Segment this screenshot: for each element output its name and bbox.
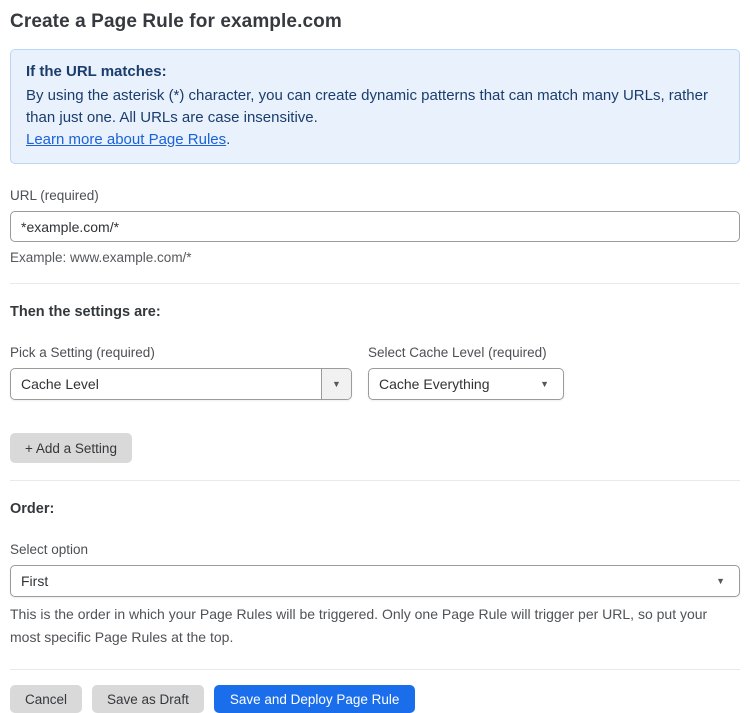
settings-heading: Then the settings are: [10,304,161,320]
url-example-hint: Example: www.example.com/* [10,250,192,265]
learn-more-link[interactable]: Learn more about Page Rules [26,131,226,148]
order-select-label: Select option [10,542,89,557]
url-label: URL (required) [10,188,99,203]
divider [10,480,740,481]
order-help-text: This is the order in which your Page Rul… [10,606,708,645]
order-value: First [21,573,49,589]
order-dropdown[interactable]: First ▼ [10,565,740,597]
cancel-button[interactable]: Cancel [10,685,83,713]
chevron-down-icon: ▼ [716,575,725,586]
cache-level-label: Select Cache Level (required) [368,345,547,360]
save-and-deploy-button[interactable]: Save and Deploy Page Rule [213,685,416,713]
info-box-body: By using the asterisk (*) character, you… [26,87,708,126]
divider [10,669,740,670]
info-link-row: Learn more about Page Rules. [26,129,724,151]
order-heading: Order: [10,501,55,517]
pick-setting-value: Cache Level [21,376,99,392]
url-match-info-box: If the URL matches: By using the asteris… [10,49,740,164]
divider [10,283,740,284]
link-suffix: . [226,131,231,148]
chevron-down-icon: ▼ [540,378,549,389]
url-input[interactable] [10,211,740,242]
save-as-draft-button[interactable]: Save as Draft [92,685,204,713]
form-actions: Cancel Save as Draft Save and Deploy Pag… [10,685,740,713]
chevron-down-icon[interactable]: ▼ [321,369,351,399]
info-box-heading: If the URL matches: [26,63,167,80]
add-setting-button[interactable]: + Add a Setting [10,433,132,463]
cache-level-value: Cache Everything [379,376,490,392]
page-title: Create a Page Rule for example.com [10,11,342,32]
cache-level-column: Select Cache Level (required) Cache Ever… [368,344,564,400]
pick-setting-label: Pick a Setting (required) [10,345,155,360]
create-page-rule-form: Create a Page Rule for example.com If th… [0,0,750,713]
pick-setting-column: Pick a Setting (required) Cache Level ▼ [10,344,352,400]
pick-setting-dropdown[interactable]: Cache Level ▼ [10,368,352,400]
cache-level-dropdown[interactable]: Cache Everything ▼ [368,368,564,400]
settings-row: Pick a Setting (required) Cache Level ▼ … [10,344,740,400]
